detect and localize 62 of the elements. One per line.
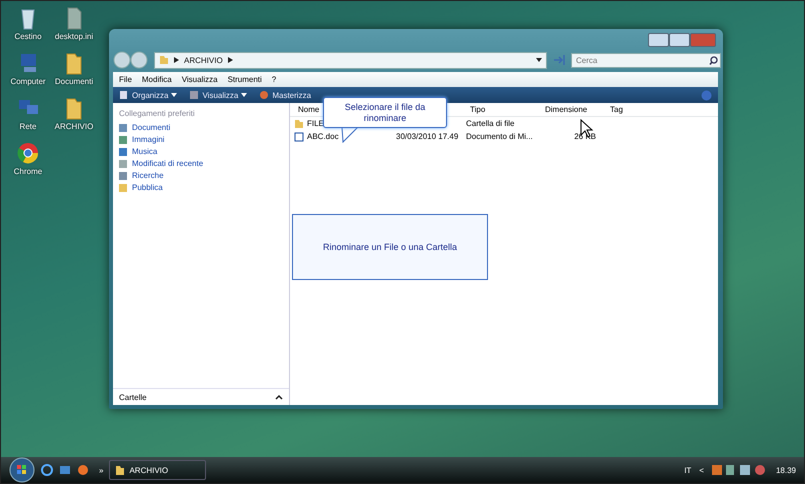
language-indicator[interactable]: IT bbox=[684, 466, 692, 474]
caret-icon bbox=[241, 93, 248, 97]
browser-icon[interactable] bbox=[15, 140, 41, 166]
menu-item[interactable]: File bbox=[119, 75, 132, 84]
desktop-icon-label: Cestino bbox=[14, 32, 42, 41]
taskbar-button[interactable]: ARCHIVIO bbox=[109, 460, 206, 480]
favorite-link[interactable]: Documenti bbox=[119, 123, 283, 132]
caret-icon bbox=[171, 93, 178, 97]
favorite-link[interactable]: Ricerche bbox=[119, 171, 283, 180]
folder-icon bbox=[115, 464, 126, 476]
favorite-link[interactable]: Modificati di recente bbox=[119, 159, 283, 168]
caption-box: Rinominare un File o una Cartella bbox=[292, 214, 488, 280]
column-header[interactable]: Dimensione bbox=[541, 105, 588, 114]
overflow-button[interactable]: » bbox=[99, 466, 104, 474]
toolbar-button[interactable]: Organizza bbox=[119, 90, 178, 100]
toolbar-button[interactable]: Visualizza bbox=[189, 90, 248, 100]
column-header[interactable]: Nome bbox=[294, 105, 320, 114]
tray-icons[interactable] bbox=[712, 464, 768, 476]
breadcrumb-arrow-icon bbox=[174, 57, 179, 63]
address-bar[interactable]: ARCHIVIO bbox=[154, 52, 547, 68]
breadcrumb-item[interactable]: ARCHIVIO bbox=[184, 56, 223, 64]
file-type: Documento di Mi... bbox=[465, 132, 534, 141]
disc-icon bbox=[259, 90, 270, 100]
desktop-icon-label: desktop.ini bbox=[54, 32, 94, 41]
favorite-link[interactable]: Musica bbox=[119, 147, 283, 156]
file-type: Cartella di file bbox=[465, 119, 516, 128]
toolbar-button[interactable]: Masterizza bbox=[259, 90, 312, 100]
column-header[interactable]: Tag bbox=[606, 105, 623, 114]
menu-item[interactable]: ? bbox=[272, 75, 276, 84]
callout-tail bbox=[341, 127, 359, 143]
desktop-icon-label: Rete bbox=[20, 122, 36, 131]
folder-icon bbox=[159, 55, 169, 65]
views-icon bbox=[189, 90, 200, 100]
desktop-icon-label: Chrome bbox=[14, 167, 42, 176]
back-forward-buttons[interactable] bbox=[113, 51, 149, 69]
search-field[interactable]: Cerca bbox=[571, 52, 721, 68]
browser-icon[interactable] bbox=[41, 464, 53, 476]
breadcrumb-arrow-icon bbox=[228, 57, 233, 63]
favorite-link[interactable]: Pubblica bbox=[119, 183, 283, 192]
desktop-icon-label: Computer bbox=[10, 77, 46, 86]
firefox-icon[interactable] bbox=[77, 464, 89, 476]
maximize-button[interactable] bbox=[669, 33, 690, 47]
document-icon bbox=[294, 132, 304, 142]
minimize-button[interactable] bbox=[648, 33, 669, 47]
section-title: Collegamenti preferiti bbox=[119, 109, 196, 118]
dropdown-caret-icon[interactable] bbox=[536, 58, 542, 62]
desktop-icon-label: ARCHIVIO bbox=[54, 122, 94, 131]
start-button[interactable] bbox=[9, 457, 35, 483]
column-header[interactable]: Tipo bbox=[466, 105, 486, 114]
modified-date: 30/03/2010 17.49 bbox=[396, 132, 458, 141]
file-name[interactable]: ABC.doc bbox=[294, 132, 339, 142]
page-icon bbox=[119, 90, 129, 100]
menu-item[interactable]: Strumenti bbox=[228, 75, 262, 84]
folder-icon bbox=[294, 118, 304, 128]
desktop-icon-label: Documenti bbox=[54, 77, 94, 86]
menu-item[interactable]: Modifica bbox=[142, 75, 172, 84]
favorite-link[interactable]: Immagini bbox=[119, 135, 283, 144]
desktop-icon[interactable] bbox=[59, 464, 71, 476]
clock: 18.39 bbox=[776, 466, 796, 474]
tray-expand-button[interactable]: < bbox=[699, 466, 704, 474]
folders-bar[interactable]: Cartelle bbox=[113, 388, 289, 405]
menu-item[interactable]: Visualizza bbox=[182, 75, 218, 84]
